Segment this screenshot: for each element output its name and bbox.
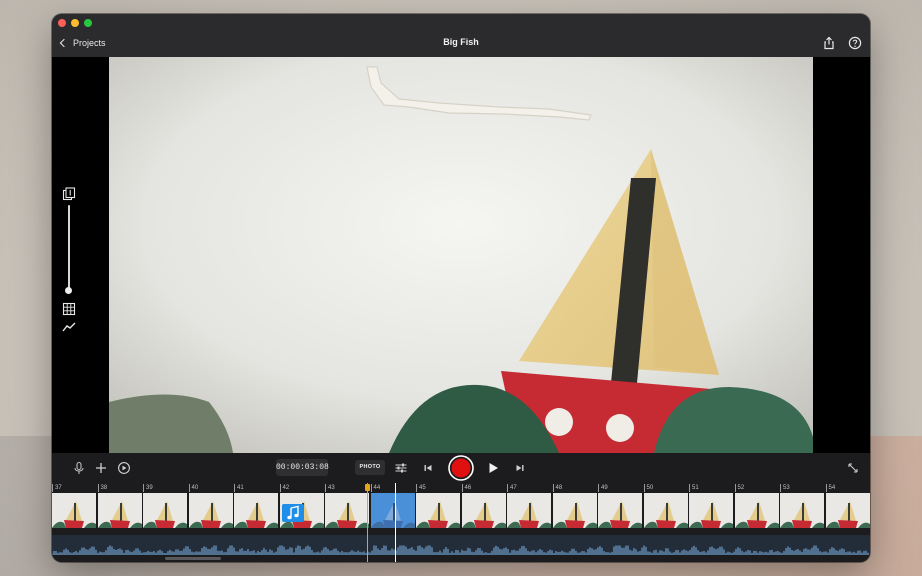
- frame-thumbnail[interactable]: [689, 493, 733, 528]
- frame-thumbnail-image: [780, 493, 824, 528]
- current-frame-image: [109, 57, 813, 453]
- timeline-ruler: 37 38 39 40 41 42 43 44 45 46 47 48 49 50 51 52 53 54: [52, 483, 870, 493]
- frame-thumbnail-image: [825, 493, 870, 528]
- audio-waveform[interactable]: [52, 535, 870, 555]
- frame-thumbnail-image: [143, 493, 187, 528]
- ruler-tick-46: 46: [461, 484, 471, 492]
- ruler-tick-38: 38: [97, 484, 107, 492]
- frame-thumbnail[interactable]: [188, 493, 233, 528]
- frame-thumbnail-image: [188, 493, 233, 528]
- window-title: Big Fish: [443, 37, 479, 47]
- frame-thumbnail-image: [689, 493, 733, 528]
- ruler-tick-52: 52: [734, 484, 744, 492]
- insertion-marker: [395, 483, 396, 562]
- layers-icon[interactable]: [62, 187, 76, 201]
- frame-strip: [52, 493, 870, 528]
- frame-thumbnail-image: [234, 493, 278, 528]
- frame-thumbnail-image: [461, 493, 506, 528]
- microphone-icon[interactable]: [72, 461, 86, 475]
- ruler-tick-43: 43: [325, 484, 335, 492]
- frame-thumbnail[interactable]: [643, 493, 688, 528]
- skip-back-icon[interactable]: [421, 461, 435, 475]
- ruler-tick-44: 44: [370, 484, 380, 492]
- minimize-window-button[interactable]: [71, 19, 79, 27]
- graph-icon[interactable]: [62, 321, 76, 333]
- zoom-window-button[interactable]: [84, 19, 92, 27]
- adjust-icon[interactable]: [394, 461, 408, 475]
- frame-thumbnail[interactable]: [461, 493, 506, 528]
- record-icon[interactable]: [448, 455, 474, 481]
- ruler-tick-39: 39: [143, 484, 153, 492]
- ruler-tick-51: 51: [689, 484, 699, 492]
- ruler-tick-53: 53: [780, 484, 790, 492]
- close-window-button[interactable]: [58, 19, 66, 27]
- frame-thumbnail-image: [52, 493, 96, 528]
- frame-thumbnail[interactable]: [234, 493, 278, 528]
- grid-overlay-icon[interactable]: [62, 302, 76, 316]
- opacity-slider-knob[interactable]: [65, 287, 72, 294]
- ruler-tick-37: 37: [52, 484, 62, 492]
- frame-thumbnail-image: [552, 493, 597, 528]
- playhead[interactable]: [367, 483, 368, 562]
- frame-thumbnail[interactable]: [325, 493, 369, 528]
- plus-icon[interactable]: [94, 461, 108, 475]
- frame-thumbnail[interactable]: [598, 493, 642, 528]
- stop-motion-scene: [109, 57, 813, 453]
- ruler-tick-54: 54: [825, 484, 835, 492]
- title-bar: Projects Big Fish: [52, 14, 870, 57]
- ruler-tick-40: 40: [188, 484, 198, 492]
- frame-thumbnail[interactable]: [143, 493, 187, 528]
- playhead-handle[interactable]: [365, 484, 370, 491]
- photo-mode-button[interactable]: PHOTO: [355, 460, 385, 475]
- frame-thumbnail[interactable]: [52, 493, 96, 528]
- opacity-slider-track[interactable]: [68, 205, 70, 289]
- frame-thumbnail-image: [370, 493, 415, 528]
- timeline: 37 38 39 40 41 42 43 44 45 46 47 48 49 50 51 52 53 54: [52, 483, 870, 562]
- frame-thumbnail[interactable]: [97, 493, 142, 528]
- frame-thumbnail[interactable]: [370, 493, 415, 528]
- frame-thumbnail-image: [643, 493, 688, 528]
- ruler-tick-45: 45: [416, 484, 426, 492]
- frame-thumbnail-image: [416, 493, 460, 528]
- frame-thumbnail-image: [598, 493, 642, 528]
- ruler-tick-41: 41: [234, 484, 244, 492]
- frame-thumbnail[interactable]: [552, 493, 597, 528]
- ruler-tick-42: 42: [279, 484, 289, 492]
- frame-thumbnail[interactable]: [507, 493, 551, 528]
- ruler-tick-48: 48: [552, 484, 562, 492]
- skip-forward-icon[interactable]: [513, 461, 527, 475]
- music-note-icon[interactable]: [281, 504, 304, 522]
- playback-controls: 00:00:03:08 PHOTO: [52, 453, 870, 483]
- app-window: Projects Big Fish 00:00:03:08 PHOTO 37 3…: [52, 14, 870, 562]
- share-icon[interactable]: [822, 36, 836, 50]
- frame-thumbnail[interactable]: [780, 493, 824, 528]
- frame-thumbnail-image: [734, 493, 779, 528]
- timecode-display: 00:00:03:08: [276, 459, 329, 476]
- frame-thumbnail-image: [507, 493, 551, 528]
- playback-speed-icon[interactable]: [117, 461, 131, 475]
- frame-thumbnail[interactable]: [825, 493, 870, 528]
- frame-thumbnail[interactable]: [416, 493, 460, 528]
- help-icon[interactable]: [848, 36, 862, 50]
- frame-thumbnail-image: [325, 493, 369, 528]
- fullscreen-icon[interactable]: [846, 461, 860, 475]
- ruler-tick-49: 49: [598, 484, 608, 492]
- frame-thumbnail[interactable]: [734, 493, 779, 528]
- frame-thumbnail-image: [97, 493, 142, 528]
- ruler-tick-50: 50: [643, 484, 653, 492]
- onion-skin-rail: [61, 187, 77, 337]
- timeline-scrollbar[interactable]: [165, 557, 221, 560]
- ruler-tick-47: 47: [507, 484, 517, 492]
- frame-viewer: [52, 57, 870, 453]
- play-icon[interactable]: [486, 461, 500, 475]
